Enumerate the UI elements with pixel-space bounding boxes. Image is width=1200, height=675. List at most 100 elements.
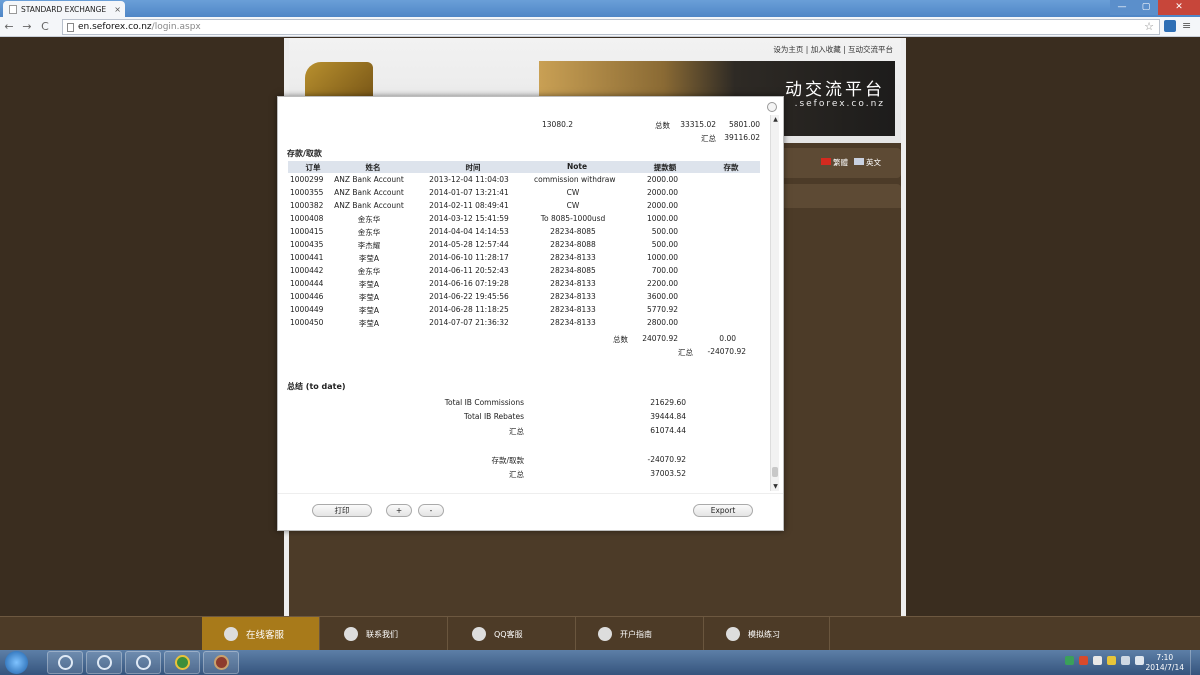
cell-order: 1000408 — [290, 214, 324, 223]
maximize-button[interactable]: ▢ — [1134, 0, 1158, 15]
cell-name: 李莹A — [358, 293, 380, 302]
lang-english[interactable]: 英文 — [854, 157, 881, 168]
phone-icon — [344, 627, 358, 641]
cell-withdraw: 2000.00 — [646, 201, 678, 210]
cell-order: 1000450 — [290, 318, 324, 327]
window-controls: — ▢ ✕ — [1110, 0, 1200, 15]
cell-name: 李莹A — [358, 254, 380, 263]
minimize-button[interactable]: — — [1110, 0, 1134, 15]
start-button[interactable] — [5, 651, 28, 674]
modal-close-icon[interactable] — [767, 102, 777, 112]
deposit-deposit-total: 0.00 — [719, 334, 736, 343]
cell-name: 金东华 — [357, 228, 381, 237]
taskbar-app-2[interactable] — [86, 651, 122, 674]
taskbar-app-1[interactable] — [47, 651, 83, 674]
forward-button[interactable]: → — [18, 18, 36, 36]
account-guide-item[interactable]: 开户指南 — [576, 617, 704, 651]
cell-time: 2014-06-11 20:52:43 — [429, 266, 509, 275]
cell-order: 1000415 — [290, 227, 324, 236]
cell-order: 1000299 — [290, 175, 324, 184]
network-icon[interactable] — [1121, 656, 1130, 665]
update-icon[interactable] — [1107, 656, 1116, 665]
online-service-item[interactable]: 在线客服 — [202, 617, 320, 651]
cell-name: 李杰耀 — [357, 241, 381, 250]
report-modal: 13080.2 总数 33315.02 5801.00 汇总 39116.02 … — [277, 96, 784, 531]
top-links[interactable]: 设为主页 | 加入收藏 | 互动交流平台 — [773, 44, 893, 55]
shield-icon[interactable] — [1065, 656, 1074, 665]
browser-menu-icon[interactable]: ≡ — [1182, 19, 1191, 32]
taskbar-app-5[interactable] — [203, 651, 239, 674]
col-name: 姓名 — [365, 163, 381, 172]
cell-note: 28234-8133 — [550, 279, 596, 288]
cell-order: 1000441 — [290, 253, 324, 262]
taskbar-app-3[interactable] — [125, 651, 161, 674]
service-bar: 在线客服 联系我们 QQ客服 开户指南 模拟练习 — [0, 616, 1200, 651]
ib-rebates-value: 39444.84 — [650, 412, 686, 421]
cell-withdraw: 1000.00 — [646, 214, 678, 223]
deposit-sum: -24070.92 — [707, 347, 747, 356]
browser-tab[interactable]: STANDARD EXCHANGE × — [3, 1, 125, 17]
grand-total-label: 汇总 — [509, 470, 524, 479]
summary-top-total2: 5801.00 — [728, 120, 760, 129]
alert-icon[interactable] — [1079, 656, 1088, 665]
tab-close-icon[interactable]: × — [114, 5, 121, 14]
reload-button[interactable]: C — [36, 18, 54, 36]
col-order: 订单 — [305, 163, 321, 172]
flag-icon[interactable] — [1093, 656, 1102, 665]
account-guide-label: 开户指南 — [620, 629, 652, 639]
zoom-in-button[interactable]: + — [386, 504, 412, 517]
cell-note: 28234-8133 — [550, 253, 596, 262]
bookmark-star-icon[interactable]: ☆ — [1144, 20, 1154, 33]
show-desktop-button[interactable] — [1190, 650, 1200, 675]
cell-name: 李莹A — [358, 306, 380, 315]
cell-withdraw: 2200.00 — [646, 279, 678, 288]
report-scrollbar[interactable]: ▲ ▼ — [770, 115, 779, 491]
page-icon — [67, 22, 74, 32]
scroll-up-arrow-icon[interactable]: ▲ — [771, 115, 780, 124]
extension-icon[interactable] — [1164, 20, 1176, 32]
cell-time: 2014-02-11 08:49:41 — [429, 201, 509, 210]
zoom-out-button[interactable]: - — [418, 504, 444, 517]
banner-slogan: 动交流平台 — [785, 80, 885, 100]
ib-rebates-label: Total IB Rebates — [464, 412, 524, 421]
ib-commissions-label: Total IB Commissions — [444, 398, 524, 407]
cell-name: 李莹A — [358, 280, 380, 289]
deposit-total-label: 总数 — [613, 335, 628, 344]
cell-note: 28234-8088 — [550, 240, 596, 249]
volume-icon[interactable] — [1135, 656, 1144, 665]
lang-traditional[interactable]: 繁體 — [821, 157, 848, 168]
windows-taskbar: 7:10 2014/7/14 — [0, 650, 1200, 675]
user-lock-icon — [726, 627, 740, 641]
close-window-button[interactable]: ✕ — [1158, 0, 1200, 15]
cell-withdraw: 500.00 — [651, 240, 678, 249]
summary-top-sum: 39116.02 — [724, 133, 760, 142]
url-path: /login.aspx — [151, 22, 201, 32]
contact-us-item[interactable]: 联系我们 — [322, 617, 448, 651]
cell-withdraw: 2000.00 — [646, 175, 678, 184]
col-deposit: 存款 — [723, 163, 739, 172]
uk-flag-icon — [854, 158, 864, 165]
taskbar-clock[interactable]: 7:10 2014/7/14 — [1146, 653, 1184, 673]
person-icon — [598, 627, 612, 641]
summary-deposit-label: 存款/取款 — [491, 456, 524, 465]
cell-withdraw: 3600.00 — [646, 292, 678, 301]
cell-order: 1000355 — [290, 188, 324, 197]
grand-total-value: 37003.52 — [650, 469, 686, 478]
col-withdraw: 提款额 — [653, 163, 677, 172]
export-button[interactable]: Export — [693, 504, 753, 517]
taskbar-chrome[interactable] — [164, 651, 200, 674]
address-bar[interactable]: en.seforex.co.nz /login.aspx ☆ — [62, 19, 1160, 35]
scroll-thumb[interactable] — [772, 467, 778, 477]
demo-practice-item[interactable]: 模拟练习 — [704, 617, 830, 651]
scroll-down-arrow-icon[interactable]: ▼ — [771, 482, 780, 491]
print-button[interactable]: 打印 — [312, 504, 372, 517]
url-host: en.seforex.co.nz — [78, 22, 152, 32]
demo-practice-label: 模拟练习 — [748, 629, 780, 639]
back-button[interactable]: ← — [0, 18, 18, 36]
cell-name: ANZ Bank Account — [334, 201, 404, 210]
summary-top-total1: 33315.02 — [680, 120, 716, 129]
qq-service-item[interactable]: QQ客服 — [448, 617, 576, 651]
cell-note: CW — [566, 201, 580, 210]
cell-note: To 8085-1000usd — [540, 214, 606, 223]
chrome-icon — [175, 655, 190, 670]
